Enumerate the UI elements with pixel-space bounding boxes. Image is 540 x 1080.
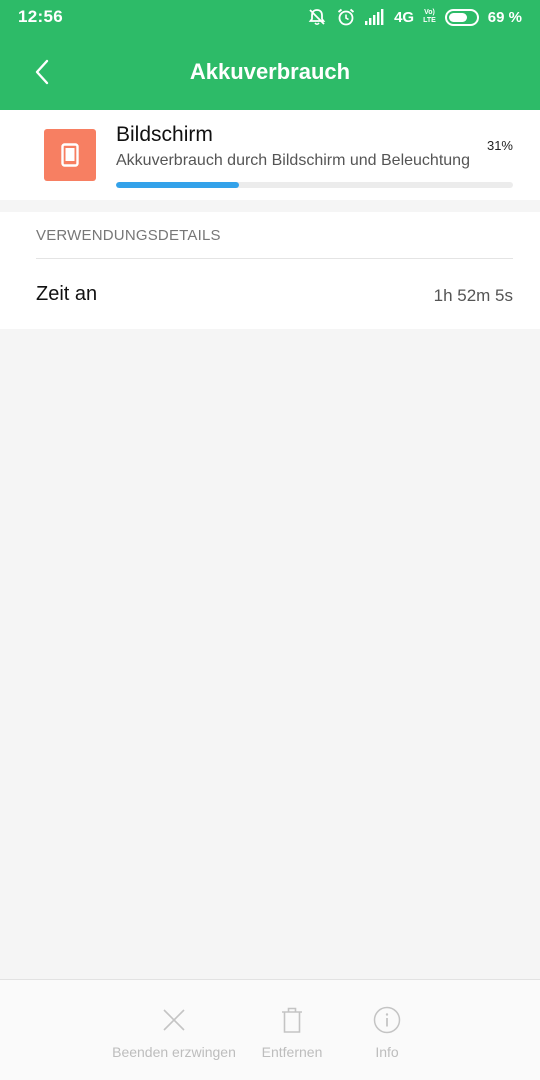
usage-details-section: VERWENDUNGSDETAILS Zeit an 1h 52m 5s: [0, 212, 540, 329]
remove-button[interactable]: Entfernen: [252, 980, 332, 1080]
chevron-left-icon: [35, 59, 49, 85]
app-name: Bildschirm: [116, 123, 213, 146]
section-header: VERWENDUNGSDETAILS: [36, 227, 221, 244]
status-bar: 12:56 4G Vo) LTE 69 %: [0, 0, 540, 34]
divider: [36, 258, 513, 259]
info-label: Info: [375, 1044, 399, 1060]
volte-bottom: LTE: [423, 17, 436, 24]
info-button[interactable]: Info: [352, 980, 422, 1080]
signal-icon: [365, 9, 385, 25]
force-stop-button[interactable]: Beenden erzwingen: [104, 980, 244, 1080]
app-bar: Akkuverbrauch: [0, 34, 540, 110]
alarm-icon: [336, 7, 356, 27]
force-stop-label: Beenden erzwingen: [112, 1044, 236, 1060]
usage-percent: 31%: [486, 138, 513, 153]
detail-value: 1h 52m 5s: [433, 286, 513, 305]
status-time: 12:56: [18, 7, 63, 26]
app-usage-card: Bildschirm Akkuverbrauch durch Bildschir…: [0, 110, 540, 200]
page-title: Akkuverbrauch: [189, 59, 351, 84]
volte-top: Vo): [424, 9, 435, 16]
notifications-off-icon: [307, 7, 327, 27]
status-icons: 4G Vo) LTE 69 %: [307, 7, 522, 27]
close-icon: [162, 1002, 186, 1038]
remove-label: Entfernen: [261, 1044, 323, 1060]
network-type: 4G: [394, 8, 415, 26]
back-button[interactable]: [24, 52, 60, 92]
battery-icon: [444, 8, 479, 26]
usage-progress-fill: [116, 182, 240, 188]
battery-fill: [448, 12, 467, 22]
trash-icon: [280, 1002, 304, 1038]
bottom-action-bar: Beenden erzwingen Entfernen Info: [0, 979, 540, 1080]
usage-progress-bar: [116, 182, 513, 188]
info-icon: [373, 1002, 401, 1038]
battery-percent: 69 %: [487, 8, 522, 26]
app-description: Akkuverbrauch durch Bildschirm und Beleu…: [116, 152, 470, 169]
volte-indicator: Vo) LTE: [423, 9, 436, 25]
tablet-icon: [61, 143, 79, 167]
detail-label: Zeit an: [36, 283, 98, 305]
app-icon: [44, 129, 96, 181]
